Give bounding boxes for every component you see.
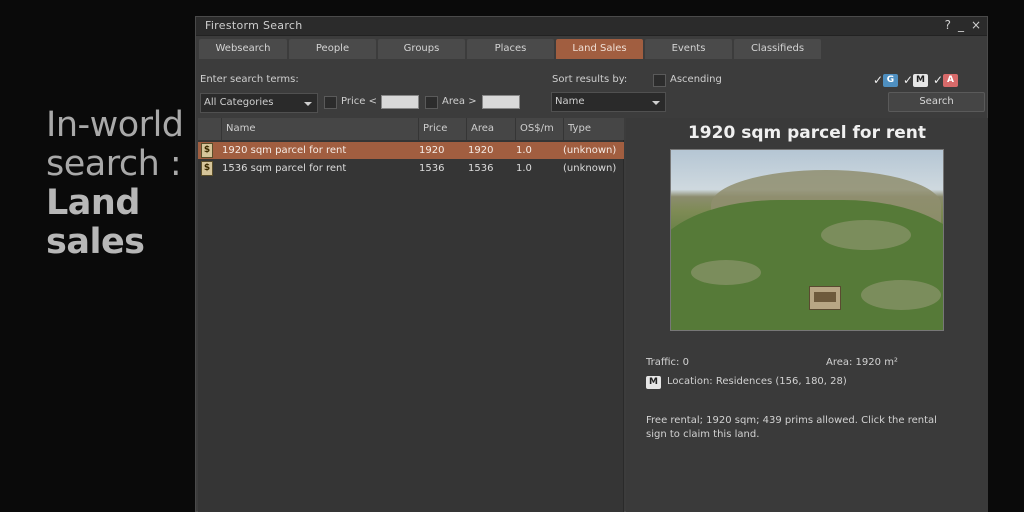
caption-line-3: Land xyxy=(46,183,140,223)
moderate-rating-icon: M xyxy=(913,73,928,87)
caption-line-1: In-world xyxy=(46,105,184,145)
area-input[interactable] xyxy=(482,95,520,109)
ascending-label: Ascending xyxy=(670,74,722,85)
parcel-area: Area: 1920 m² xyxy=(826,357,898,368)
tab-events[interactable]: Events xyxy=(645,39,732,59)
search-button[interactable]: Search xyxy=(888,92,985,112)
sort-value: Name xyxy=(555,96,585,107)
adult-rating-icon: A xyxy=(943,73,958,87)
row-name: 1920 sqm parcel for rent xyxy=(222,145,347,156)
rental-sign-image xyxy=(809,286,841,310)
tab-places[interactable]: Places xyxy=(467,39,554,59)
chevron-down-icon xyxy=(304,102,312,106)
price-input[interactable] xyxy=(381,95,419,109)
window-titlebar[interactable]: Firestorm Search ? _ × xyxy=(196,17,987,36)
column-header-name[interactable]: Name xyxy=(222,118,419,140)
moderate-rating-icon: M xyxy=(646,376,661,389)
tab-groups[interactable]: Groups xyxy=(378,39,465,59)
category-value: All Categories xyxy=(204,97,274,108)
column-header-area[interactable]: Area xyxy=(467,118,516,140)
parcel-traffic: Traffic: 0 xyxy=(646,357,689,368)
row-area: 1536 xyxy=(468,163,494,174)
tab-land-sales[interactable]: Land Sales xyxy=(556,39,643,59)
area-label: Area > xyxy=(442,96,477,107)
category-dropdown[interactable]: All Categories xyxy=(200,93,318,113)
tab-websearch[interactable]: Websearch xyxy=(199,39,287,59)
row-type: (unknown) xyxy=(563,163,617,174)
column-header-rate[interactable]: OS$/m xyxy=(516,118,564,140)
minimize-icon[interactable]: _ xyxy=(958,18,964,32)
price-checkbox[interactable] xyxy=(324,96,337,109)
row-area: 1920 xyxy=(468,145,494,156)
price-label: Price < xyxy=(341,96,377,107)
search-terms-label: Enter search terms: xyxy=(200,74,299,85)
caption-line-4: sales xyxy=(46,222,145,262)
parcel-location[interactable]: Location: Residences (156, 180, 28) xyxy=(667,376,847,387)
row-rate: 1.0 xyxy=(516,145,532,156)
chevron-down-icon xyxy=(652,101,660,105)
row-price: 1920 xyxy=(419,145,445,156)
parcel-snapshot xyxy=(670,149,944,331)
land-for-sale-icon: $ xyxy=(201,143,213,158)
window-title: Firestorm Search xyxy=(205,19,303,32)
close-icon[interactable]: × xyxy=(971,18,981,32)
row-name: 1536 sqm parcel for rent xyxy=(222,163,347,174)
row-rate: 1.0 xyxy=(516,163,532,174)
caption-line-2: search : xyxy=(46,144,182,184)
checkmark-icon[interactable]: ✓ xyxy=(933,73,943,87)
sort-dropdown[interactable]: Name xyxy=(551,92,666,112)
tab-people[interactable]: People xyxy=(289,39,376,59)
column-header-type[interactable]: Type xyxy=(564,118,624,140)
row-price: 1536 xyxy=(419,163,445,174)
tab-bar: Websearch People Groups Places Land Sale… xyxy=(199,39,821,59)
checkmark-icon[interactable]: ✓ xyxy=(903,73,913,87)
help-icon[interactable]: ? xyxy=(945,18,951,32)
parcel-description: Free rental; 1920 sqm; 439 prims allowed… xyxy=(646,415,937,440)
search-window: Firestorm Search ? _ × Websearch People … xyxy=(195,16,988,512)
maturity-filters: ✓ G ✓ M ✓ A xyxy=(873,73,958,87)
tab-classifieds[interactable]: Classifieds xyxy=(734,39,821,59)
table-row[interactable]: $ 1920 sqm parcel for rent 1920 1920 1.0… xyxy=(198,142,624,159)
slide-caption: In-world search : Land sales xyxy=(46,106,196,262)
row-type: (unknown) xyxy=(563,145,617,156)
column-header-icon[interactable] xyxy=(198,118,222,140)
area-checkbox[interactable] xyxy=(425,96,438,109)
table-row[interactable]: $ 1536 sqm parcel for rent 1536 1536 1.0… xyxy=(198,160,624,177)
general-rating-icon: G xyxy=(883,73,898,87)
results-table: Name Price Area OS$/m Type $ 1920 sqm pa… xyxy=(198,118,624,512)
checkmark-icon[interactable]: ✓ xyxy=(873,73,883,87)
parcel-title: 1920 sqm parcel for rent xyxy=(687,123,927,143)
parcel-detail-panel: 1920 sqm parcel for rent Traffic: 0 Area… xyxy=(626,118,988,512)
ascending-checkbox[interactable] xyxy=(653,74,666,87)
land-for-sale-icon: $ xyxy=(201,161,213,176)
column-header-price[interactable]: Price xyxy=(419,118,467,140)
sort-label: Sort results by: xyxy=(552,74,628,85)
